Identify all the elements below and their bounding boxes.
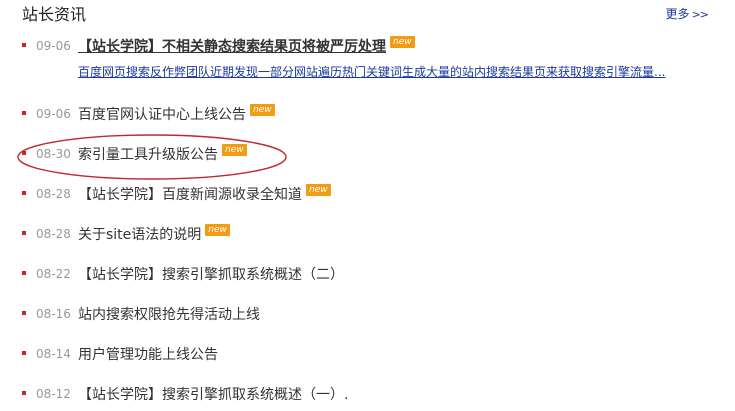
panel-header: 站长资讯 更多 >> (22, 0, 712, 30)
list-item: 08-12 【站长学院】搜索引擎抓取系统概述（一）. (22, 382, 712, 411)
news-date: 08-30 (36, 147, 71, 161)
bullet-icon (22, 191, 26, 195)
news-title-link[interactable]: 【站长学院】搜索引擎抓取系统概述（一）. (78, 384, 348, 404)
bullet-icon (22, 111, 26, 115)
news-list: 09-06 【站长学院】不相关静态搜索结果页将被严厉处理 new 百度网页搜索反… (22, 34, 712, 411)
bullet-icon (22, 351, 26, 355)
new-badge: new (390, 36, 415, 48)
list-item: 08-28 【站长学院】百度新闻源收录全知道 new (22, 182, 712, 222)
list-item: 08-28 关于site语法的说明 new (22, 222, 712, 262)
list-item: 09-06 【站长学院】不相关静态搜索结果页将被严厉处理 new 百度网页搜索反… (22, 34, 712, 102)
news-date: 08-22 (36, 267, 71, 281)
news-summary-link[interactable]: 百度网页搜索反作弊团队近期发现一部分网站遍历热门关键词生成大量的站内搜索结果页来… (78, 64, 712, 80)
section-title: 站长资讯 (22, 5, 87, 24)
new-badge: new (222, 144, 247, 156)
list-item: 08-22 【站长学院】搜索引擎抓取系统概述（二） (22, 262, 712, 302)
news-title-link[interactable]: 站内搜索权限抢先得活动上线 (78, 304, 260, 324)
new-badge: new (205, 224, 230, 236)
double-chevron-right-icon: >> (691, 8, 709, 21)
more-label: 更多 (665, 7, 690, 21)
bullet-icon (22, 43, 26, 47)
news-title-link[interactable]: 【站长学院】不相关静态搜索结果页将被严厉处理 (78, 36, 386, 56)
news-title-link[interactable]: 百度官网认证中心上线公告 (78, 104, 246, 124)
news-date: 08-12 (36, 387, 71, 401)
list-item: 08-30 索引量工具升级版公告 new (22, 142, 712, 182)
new-badge: new (306, 184, 331, 196)
list-item: 08-16 站内搜索权限抢先得活动上线 (22, 302, 712, 342)
news-title-link[interactable]: 索引量工具升级版公告 (78, 144, 218, 164)
news-panel: 站长资讯 更多 >> 09-06 【站长学院】不相关静态搜索结果页将被严厉处理 n… (0, 0, 735, 411)
news-title-link[interactable]: 关于site语法的说明 (78, 224, 201, 244)
news-date: 08-16 (36, 307, 71, 321)
bullet-icon (22, 151, 26, 155)
bullet-icon (22, 391, 26, 395)
news-date: 08-28 (36, 187, 71, 201)
news-title-link[interactable]: 【站长学院】搜索引擎抓取系统概述（二） (78, 264, 344, 284)
list-item: 08-14 用户管理功能上线公告 (22, 342, 712, 382)
more-link[interactable]: 更多 >> (665, 5, 709, 24)
news-date: 08-14 (36, 347, 71, 361)
bullet-icon (22, 311, 26, 315)
news-date: 08-28 (36, 227, 71, 241)
list-item: 09-06 百度官网认证中心上线公告 new (22, 102, 712, 142)
news-date: 09-06 (36, 39, 71, 53)
new-badge: new (250, 104, 275, 116)
bullet-icon (22, 231, 26, 235)
news-title-link[interactable]: 【站长学院】百度新闻源收录全知道 (78, 184, 302, 204)
news-title-link[interactable]: 用户管理功能上线公告 (78, 344, 218, 364)
bullet-icon (22, 271, 26, 275)
news-date: 09-06 (36, 107, 71, 121)
